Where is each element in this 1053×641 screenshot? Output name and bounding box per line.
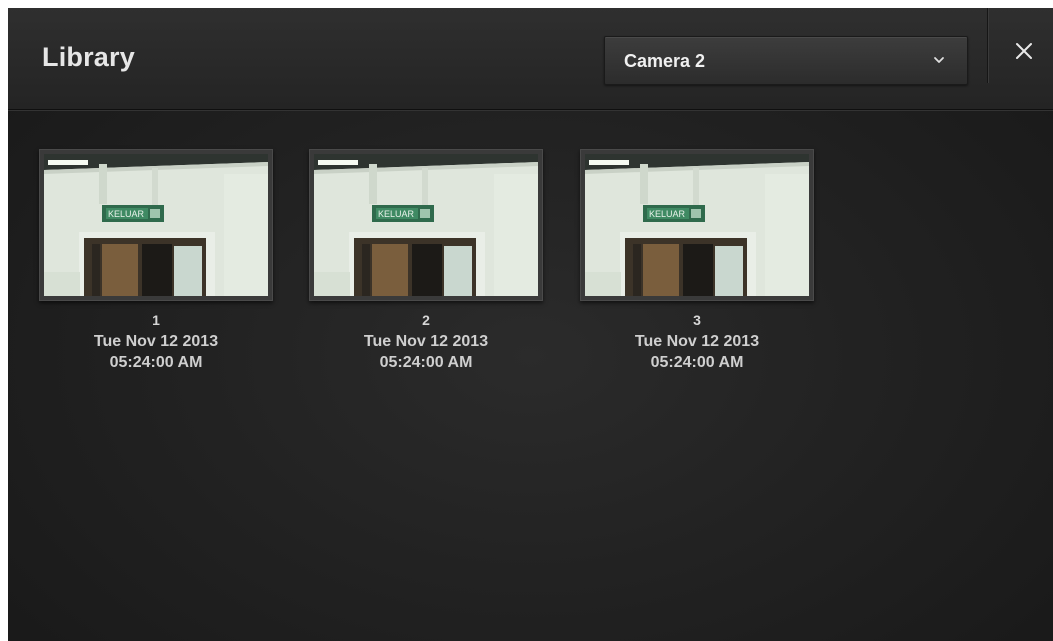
thumbnail-index: 2 xyxy=(422,312,430,328)
library-thumbnail-3[interactable]: KELUAR 3 Tue Nov 12 2013 05:24:00 AM xyxy=(580,149,814,373)
thumbnail-image-frame: KELUAR xyxy=(580,149,814,301)
library-thumbnail-2[interactable]: KELUAR 2 Tue Nov 12 2013 05:24:00 AM xyxy=(309,149,543,373)
sign-text: KELUAR xyxy=(108,209,145,219)
sign-text: KELUAR xyxy=(378,209,415,219)
thumbnail-date: Tue Nov 12 2013 xyxy=(634,333,760,350)
thumbnail-index: 3 xyxy=(693,312,701,328)
sign-text: KELUAR xyxy=(649,209,686,219)
close-icon xyxy=(1016,43,1032,59)
library-header: Library Camera 2 xyxy=(8,8,1053,110)
close-button[interactable] xyxy=(1008,35,1040,67)
thumbnail-image-frame: KELUAR xyxy=(309,149,543,301)
thumbnail-index: 1 xyxy=(152,312,160,328)
camera-snapshot-image: KELUAR xyxy=(585,154,809,296)
thumbnail-caption: 3 Tue Nov 12 2013 05:24:00 AM xyxy=(580,310,814,373)
thumbnail-image-frame: KELUAR xyxy=(39,149,273,301)
camera-snapshot-image: KELUAR xyxy=(314,154,538,296)
header-divider xyxy=(987,8,988,83)
thumbnail-time: 05:24:00 AM xyxy=(379,354,473,371)
chevron-down-icon xyxy=(934,57,944,63)
page-title: Library xyxy=(42,42,135,72)
library-thumbnail-1[interactable]: KELUAR 1 Tue Nov 12 2013 05:24:00 AM xyxy=(39,149,273,373)
library-panel: Library Camera 2 KELUAR 1 Tue Nov 12 201… xyxy=(8,8,1053,641)
thumbnail-time: 05:24:00 AM xyxy=(650,354,744,371)
camera-snapshot-image: KELUAR xyxy=(44,154,268,296)
thumbnail-caption: 1 Tue Nov 12 2013 05:24:00 AM xyxy=(39,310,273,373)
camera-select-dropdown[interactable]: Camera 2 xyxy=(604,36,968,85)
thumbnail-date: Tue Nov 12 2013 xyxy=(93,333,219,350)
thumbnail-caption: 2 Tue Nov 12 2013 05:24:00 AM xyxy=(309,310,543,373)
camera-select-value: Camera 2 xyxy=(624,51,706,71)
thumbnail-date: Tue Nov 12 2013 xyxy=(363,333,489,350)
thumbnail-time: 05:24:00 AM xyxy=(109,354,203,371)
